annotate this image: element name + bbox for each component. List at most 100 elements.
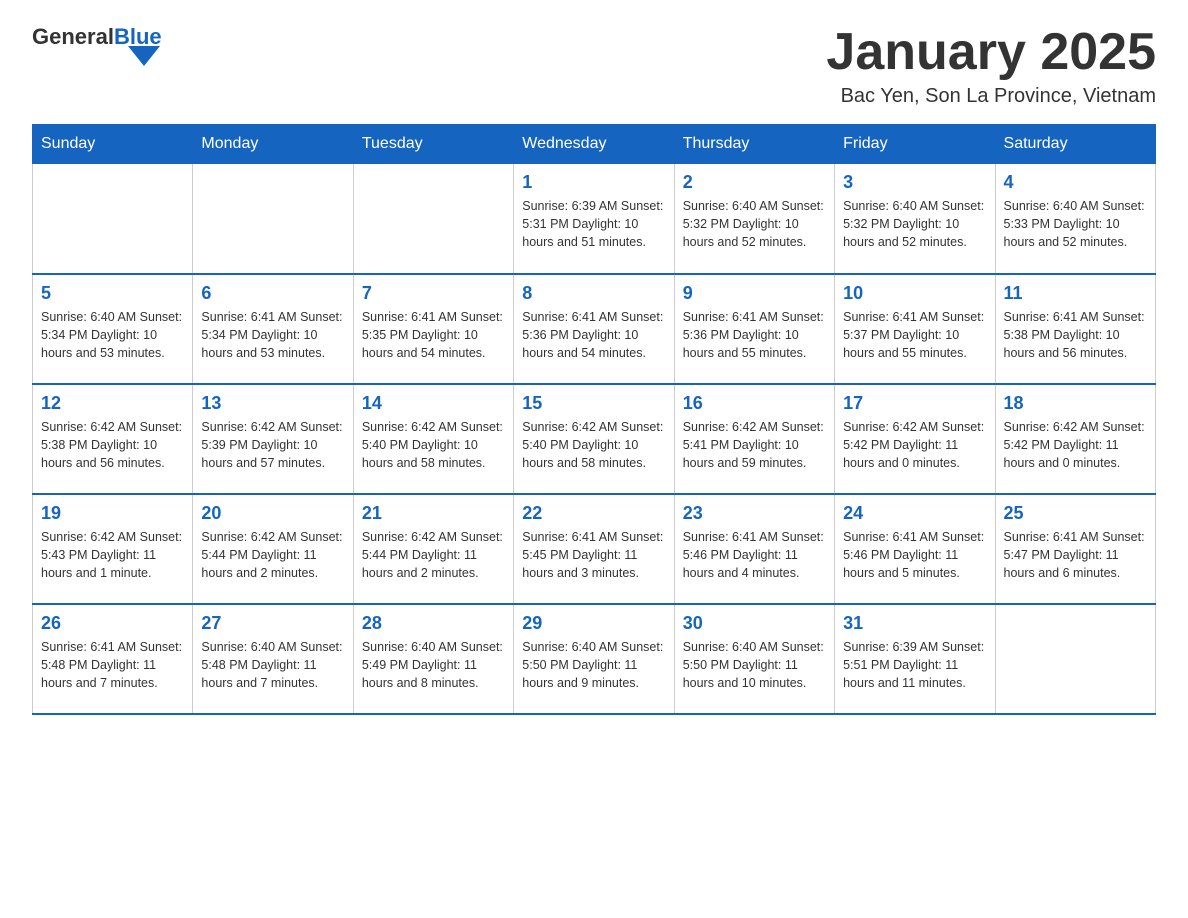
day-info: Sunrise: 6:41 AM Sunset: 5:46 PM Dayligh…: [843, 528, 986, 582]
day-number: 15: [522, 393, 665, 414]
calendar-body: 1Sunrise: 6:39 AM Sunset: 5:31 PM Daylig…: [33, 164, 1156, 714]
day-info: Sunrise: 6:40 AM Sunset: 5:48 PM Dayligh…: [201, 638, 344, 692]
calendar-table: SundayMondayTuesdayWednesdayThursdayFrid…: [32, 124, 1156, 715]
calendar-cell: 2 Sunrise: 6:40 AM Sunset: 5:32 PM Daylig…: [674, 164, 834, 274]
day-number: 14: [362, 393, 505, 414]
header-cell-friday: Friday: [835, 125, 995, 164]
header-cell-saturday: Saturday: [995, 125, 1155, 164]
day-number: 16: [683, 393, 826, 414]
day-info: Sunrise: 6:42 AM Sunset: 5:44 PM Dayligh…: [362, 528, 505, 582]
calendar-cell: 29 Sunrise: 6:40 AM Sunset: 5:50 PM Dayli…: [514, 604, 674, 714]
week-row-4: 19 Sunrise: 6:42 AM Sunset: 5:43 PM Dayli…: [33, 494, 1156, 604]
day-number: 18: [1004, 393, 1147, 414]
header-cell-sunday: Sunday: [33, 125, 193, 164]
day-number: 21: [362, 503, 505, 524]
day-number: 25: [1004, 503, 1147, 524]
calendar-cell: 7Sunrise: 6:41 AM Sunset: 5:35 PM Daylig…: [353, 274, 513, 384]
calendar-cell: 18 Sunrise: 6:42 AM Sunset: 5:42 PM Dayli…: [995, 384, 1155, 494]
calendar-cell: 30 Sunrise: 6:40 AM Sunset: 5:50 PM Dayli…: [674, 604, 834, 714]
header-row: SundayMondayTuesdayWednesdayThursdayFrid…: [33, 125, 1156, 164]
calendar-cell: 21 Sunrise: 6:42 AM Sunset: 5:44 PM Dayli…: [353, 494, 513, 604]
calendar-cell: 27 Sunrise: 6:40 AM Sunset: 5:48 PM Dayli…: [193, 604, 353, 714]
day-info: Sunrise: 6:40 AM Sunset: 5:32 PM Dayligh…: [843, 197, 986, 251]
calendar-cell: 3Sunrise: 6:40 AM Sunset: 5:32 PM Daylig…: [835, 164, 995, 274]
calendar-cell: 19 Sunrise: 6:42 AM Sunset: 5:43 PM Dayli…: [33, 494, 193, 604]
day-number: 17: [843, 393, 986, 414]
header-cell-tuesday: Tuesday: [353, 125, 513, 164]
calendar-cell: 22Sunrise: 6:41 AM Sunset: 5:45 PM Dayli…: [514, 494, 674, 604]
day-number: 10: [843, 283, 986, 304]
day-number: 20: [201, 503, 344, 524]
day-info: Sunrise: 6:40 AM Sunset: 5:50 PM Dayligh…: [522, 638, 665, 692]
header-cell-monday: Monday: [193, 125, 353, 164]
day-info: Sunrise: 6:40 AM Sunset: 5:34 PM Dayligh…: [41, 308, 184, 362]
day-number: 4: [1004, 172, 1147, 193]
day-info: Sunrise: 6:41 AM Sunset: 5:48 PM Dayligh…: [41, 638, 184, 692]
header-right: January 2025 Bac Yen, Son La Province, V…: [826, 24, 1156, 108]
calendar-cell: 15 Sunrise: 6:42 AM Sunset: 5:40 PM Dayli…: [514, 384, 674, 494]
day-info: Sunrise: 6:41 AM Sunset: 5:47 PM Dayligh…: [1004, 528, 1147, 582]
day-info: Sunrise: 6:42 AM Sunset: 5:38 PM Dayligh…: [41, 418, 184, 472]
calendar-cell: 11 Sunrise: 6:41 AM Sunset: 5:38 PM Dayli…: [995, 274, 1155, 384]
day-info: Sunrise: 6:41 AM Sunset: 5:46 PM Dayligh…: [683, 528, 826, 582]
day-info: Sunrise: 6:41 AM Sunset: 5:37 PM Dayligh…: [843, 308, 986, 362]
calendar-cell: 13Sunrise: 6:42 AM Sunset: 5:39 PM Dayli…: [193, 384, 353, 494]
calendar-cell: 25 Sunrise: 6:41 AM Sunset: 5:47 PM Dayli…: [995, 494, 1155, 604]
calendar-cell: 5Sunrise: 6:40 AM Sunset: 5:34 PM Daylig…: [33, 274, 193, 384]
day-number: 6: [201, 283, 344, 304]
day-number: 2: [683, 172, 826, 193]
calendar-cell: 8 Sunrise: 6:41 AM Sunset: 5:36 PM Daylig…: [514, 274, 674, 384]
calendar-cell: 12Sunrise: 6:42 AM Sunset: 5:38 PM Dayli…: [33, 384, 193, 494]
day-number: 26: [41, 613, 184, 634]
calendar-cell: 9 Sunrise: 6:41 AM Sunset: 5:36 PM Daylig…: [674, 274, 834, 384]
day-number: 24: [843, 503, 986, 524]
calendar-header: SundayMondayTuesdayWednesdayThursdayFrid…: [33, 125, 1156, 164]
day-info: Sunrise: 6:40 AM Sunset: 5:49 PM Dayligh…: [362, 638, 505, 692]
calendar-cell: 23Sunrise: 6:41 AM Sunset: 5:46 PM Dayli…: [674, 494, 834, 604]
day-info: Sunrise: 6:41 AM Sunset: 5:38 PM Dayligh…: [1004, 308, 1147, 362]
day-info: Sunrise: 6:42 AM Sunset: 5:40 PM Dayligh…: [362, 418, 505, 472]
header-cell-wednesday: Wednesday: [514, 125, 674, 164]
day-number: 13: [201, 393, 344, 414]
calendar-cell: 17Sunrise: 6:42 AM Sunset: 5:42 PM Dayli…: [835, 384, 995, 494]
day-number: 11: [1004, 283, 1147, 304]
calendar-cell: 26 Sunrise: 6:41 AM Sunset: 5:48 PM Dayli…: [33, 604, 193, 714]
day-info: Sunrise: 6:40 AM Sunset: 5:32 PM Dayligh…: [683, 197, 826, 251]
header-cell-thursday: Thursday: [674, 125, 834, 164]
day-info: Sunrise: 6:40 AM Sunset: 5:33 PM Dayligh…: [1004, 197, 1147, 251]
calendar-cell: [33, 164, 193, 274]
day-number: 19: [41, 503, 184, 524]
calendar-cell: 28Sunrise: 6:40 AM Sunset: 5:49 PM Dayli…: [353, 604, 513, 714]
day-number: 8: [522, 283, 665, 304]
logo-text: GeneralBlue: [32, 24, 162, 66]
week-row-5: 26 Sunrise: 6:41 AM Sunset: 5:48 PM Dayli…: [33, 604, 1156, 714]
day-number: 29: [522, 613, 665, 634]
calendar-cell: 31 Sunrise: 6:39 AM Sunset: 5:51 PM Dayli…: [835, 604, 995, 714]
day-info: Sunrise: 6:42 AM Sunset: 5:40 PM Dayligh…: [522, 418, 665, 472]
day-info: Sunrise: 6:42 AM Sunset: 5:42 PM Dayligh…: [1004, 418, 1147, 472]
day-number: 30: [683, 613, 826, 634]
day-number: 22: [522, 503, 665, 524]
calendar-cell: 6Sunrise: 6:41 AM Sunset: 5:34 PM Daylig…: [193, 274, 353, 384]
month-title: January 2025: [826, 24, 1156, 81]
day-info: Sunrise: 6:40 AM Sunset: 5:50 PM Dayligh…: [683, 638, 826, 692]
day-info: Sunrise: 6:42 AM Sunset: 5:41 PM Dayligh…: [683, 418, 826, 472]
day-info: Sunrise: 6:41 AM Sunset: 5:36 PM Dayligh…: [522, 308, 665, 362]
logo: GeneralBlue: [32, 24, 162, 66]
week-row-1: 1Sunrise: 6:39 AM Sunset: 5:31 PM Daylig…: [33, 164, 1156, 274]
day-number: 1: [522, 172, 665, 193]
calendar-cell: [353, 164, 513, 274]
day-number: 9: [683, 283, 826, 304]
calendar-cell: 16 Sunrise: 6:42 AM Sunset: 5:41 PM Dayli…: [674, 384, 834, 494]
calendar-cell: [995, 604, 1155, 714]
day-info: Sunrise: 6:42 AM Sunset: 5:44 PM Dayligh…: [201, 528, 344, 582]
day-number: 27: [201, 613, 344, 634]
location-title: Bac Yen, Son La Province, Vietnam: [826, 85, 1156, 108]
calendar-cell: 1Sunrise: 6:39 AM Sunset: 5:31 PM Daylig…: [514, 164, 674, 274]
day-number: 31: [843, 613, 986, 634]
day-info: Sunrise: 6:39 AM Sunset: 5:51 PM Dayligh…: [843, 638, 986, 692]
calendar-cell: 14 Sunrise: 6:42 AM Sunset: 5:40 PM Dayli…: [353, 384, 513, 494]
calendar-cell: 24 Sunrise: 6:41 AM Sunset: 5:46 PM Dayli…: [835, 494, 995, 604]
day-info: Sunrise: 6:41 AM Sunset: 5:36 PM Dayligh…: [683, 308, 826, 362]
day-info: Sunrise: 6:42 AM Sunset: 5:43 PM Dayligh…: [41, 528, 184, 582]
